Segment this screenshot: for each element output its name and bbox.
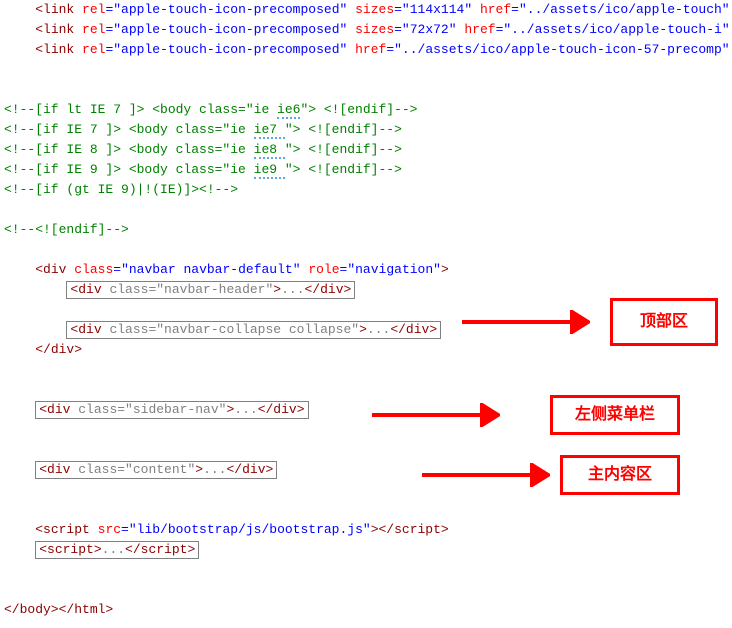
folded-code-region[interactable]: <div class="navbar-header">...</div> [66, 281, 355, 299]
folded-code-region[interactable]: <div class="navbar-collapse collapse">..… [66, 321, 441, 339]
folded-code-region[interactable]: <script>...</script> [35, 541, 199, 559]
code-editor-viewport: <link rel="apple-touch-icon-precomposed"… [0, 0, 732, 628]
html-source-code: <link rel="apple-touch-icon-precomposed"… [0, 0, 732, 620]
folded-code-region[interactable]: <div class="sidebar-nav">...</div> [35, 401, 308, 419]
folded-code-region[interactable]: <div class="content">...</div> [35, 461, 277, 479]
